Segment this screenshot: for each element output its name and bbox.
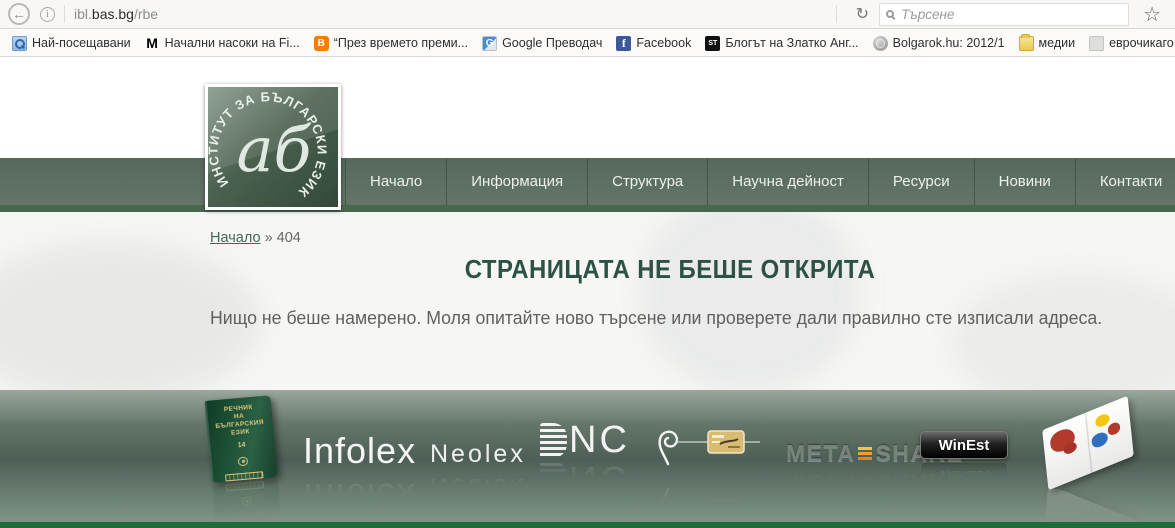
bookmarks-bar: Най-посещавани M Начални насоки на Fi...…	[0, 30, 1175, 57]
bookmark-bolgarok[interactable]: Bolgarok.hu: 2012/1	[866, 32, 1012, 54]
browser-search-box[interactable]	[879, 3, 1129, 26]
bookmark-label: медии	[1039, 36, 1076, 50]
bnc-logo[interactable]: NC	[540, 423, 630, 458]
globe-icon	[873, 36, 888, 51]
main-nav: Начало Информация Структура Научна дейно…	[0, 158, 1175, 205]
bookmark-blog-post[interactable]: B “През времето преми...	[307, 32, 475, 54]
bookmark-zlatko-blog[interactable]: ST Блогът на Златко Анг...	[698, 32, 865, 54]
background-watermark	[950, 272, 1175, 390]
spiral-timeline-logo[interactable]	[650, 418, 762, 475]
infolex-logo[interactable]: Infolex	[303, 430, 416, 472]
google-translate-icon: G	[482, 36, 497, 51]
dictionary-book-logo[interactable]: РЕЧНИК НА БЪЛГАРСКИЯ ЕЗИК 14	[205, 395, 278, 482]
nav-item-news[interactable]: Новини	[975, 158, 1076, 205]
blogger-icon: B	[314, 36, 329, 51]
toolbar-divider	[836, 5, 837, 23]
blank-page-icon	[1089, 36, 1104, 51]
bookmark-label: еврочикаго - админи...	[1109, 36, 1175, 50]
breadcrumb: Начало » 404	[210, 230, 301, 246]
nav-item-information[interactable]: Информация	[447, 158, 588, 205]
bookmark-label: Google Преводач	[502, 36, 602, 50]
error-message: Нищо не беше намерено. Моля опитайте нов…	[210, 308, 1102, 329]
bookmark-label: Най-посещавани	[32, 36, 131, 50]
bookmark-label: Начални насоки на Fi...	[165, 36, 300, 50]
address-bar[interactable]: ibl.bas.bg/rbe	[74, 6, 827, 22]
book-title-line: ЕЗИК	[231, 428, 250, 438]
url-subdomain: ibl.	[74, 6, 92, 22]
site-header: ИНСТИТУТ ЗА БЪЛГАРСКИ ЕЗИК EN	[0, 57, 1175, 158]
book-volume: 14	[237, 442, 245, 450]
meta-share-left: META	[786, 440, 855, 467]
bookmark-most-visited[interactable]: Най-посещавани	[5, 32, 138, 54]
most-visited-icon	[12, 36, 27, 51]
site-info-icon[interactable]: i	[40, 7, 55, 22]
browser-search-input[interactable]	[901, 7, 1122, 22]
bookmark-firefox-guide[interactable]: M Начални насоки на Fi...	[138, 32, 307, 54]
nav-item-resources[interactable]: Ресурси	[869, 158, 975, 205]
breadcrumb-home-link[interactable]: Начало	[210, 230, 261, 246]
breadcrumb-separator: »	[265, 230, 273, 246]
bookmark-star-icon[interactable]: ☆	[1143, 2, 1161, 27]
error-heading: СТРАНИЦАТА НЕ БЕШЕ ОТКРИТА	[247, 254, 1093, 285]
background-watermark	[640, 212, 860, 390]
book-emblem-icon	[238, 456, 249, 466]
folder-icon	[1019, 36, 1034, 51]
bookmark-label: Блогът на Златко Анг...	[725, 36, 858, 50]
institute-logo-emblem: ИНСТИТУТ ЗА БЪЛГАРСКИ ЕЗИК аб	[208, 87, 338, 207]
map-atlas-logo[interactable]	[1036, 402, 1140, 486]
bnc-b-icon	[540, 423, 567, 458]
bookmark-google-translate[interactable]: G Google Преводач	[475, 32, 609, 54]
browser-window: ← i ibl.bas.bg/rbe ↻ ☆ Най-посещавани M …	[0, 0, 1175, 528]
nav-item-structure[interactable]: Структура	[588, 158, 708, 205]
nav-accent-strip	[0, 205, 1175, 212]
bnc-letters: NC	[569, 423, 630, 458]
meta-share-bars-icon	[858, 447, 872, 460]
atlas-pages	[1042, 396, 1134, 490]
bookmark-folder-media[interactable]: медии	[1012, 32, 1083, 54]
institute-logo[interactable]: ИНСТИТУТ ЗА БЪЛГАРСКИ ЕЗИК аб	[205, 84, 341, 210]
back-button[interactable]: ←	[8, 3, 30, 25]
spiral-icon	[650, 418, 762, 470]
breadcrumb-current: 404	[277, 230, 301, 246]
bookmark-label: Bolgarok.hu: 2012/1	[893, 36, 1005, 50]
winest-label: WinEst	[939, 437, 990, 454]
url-domain: bas.bg	[92, 6, 134, 22]
bookmark-eurochicago[interactable]: еврочикаго - админи...	[1082, 32, 1175, 54]
facebook-icon: f	[616, 36, 631, 51]
mozilla-icon: M	[145, 36, 160, 51]
st-icon: ST	[705, 36, 720, 51]
nav-item-home[interactable]: Начало	[345, 158, 447, 205]
url-path: /rbe	[134, 6, 158, 22]
bookmark-label: Facebook	[636, 36, 691, 50]
bookmark-label: “През времето преми...	[334, 36, 468, 50]
winest-logo[interactable]: WinEst	[920, 431, 1008, 459]
footer: РЕЧНИК НА БЪЛГАРСКИЯ ЕЗИК 14 Infolex Neo…	[0, 390, 1175, 528]
toolbar-divider	[64, 5, 65, 23]
nav-item-contacts[interactable]: Контакти	[1076, 158, 1175, 205]
nav-item-research[interactable]: Научна дейност	[708, 158, 869, 205]
reload-icon[interactable]: ↻	[856, 4, 869, 24]
page-content: Начало » 404 СТРАНИЦАТА НЕ БЕШЕ ОТКРИТА …	[0, 212, 1175, 390]
footer-accent-strip	[0, 522, 1175, 528]
book-publisher-mark	[225, 472, 263, 482]
search-icon	[886, 10, 894, 18]
logo-monogram: аб	[237, 113, 313, 186]
browser-toolbar: ← i ibl.bas.bg/rbe ↻ ☆	[0, 0, 1175, 29]
neolex-logo[interactable]: Neolex	[430, 440, 526, 469]
bookmark-facebook[interactable]: f Facebook	[609, 32, 698, 54]
